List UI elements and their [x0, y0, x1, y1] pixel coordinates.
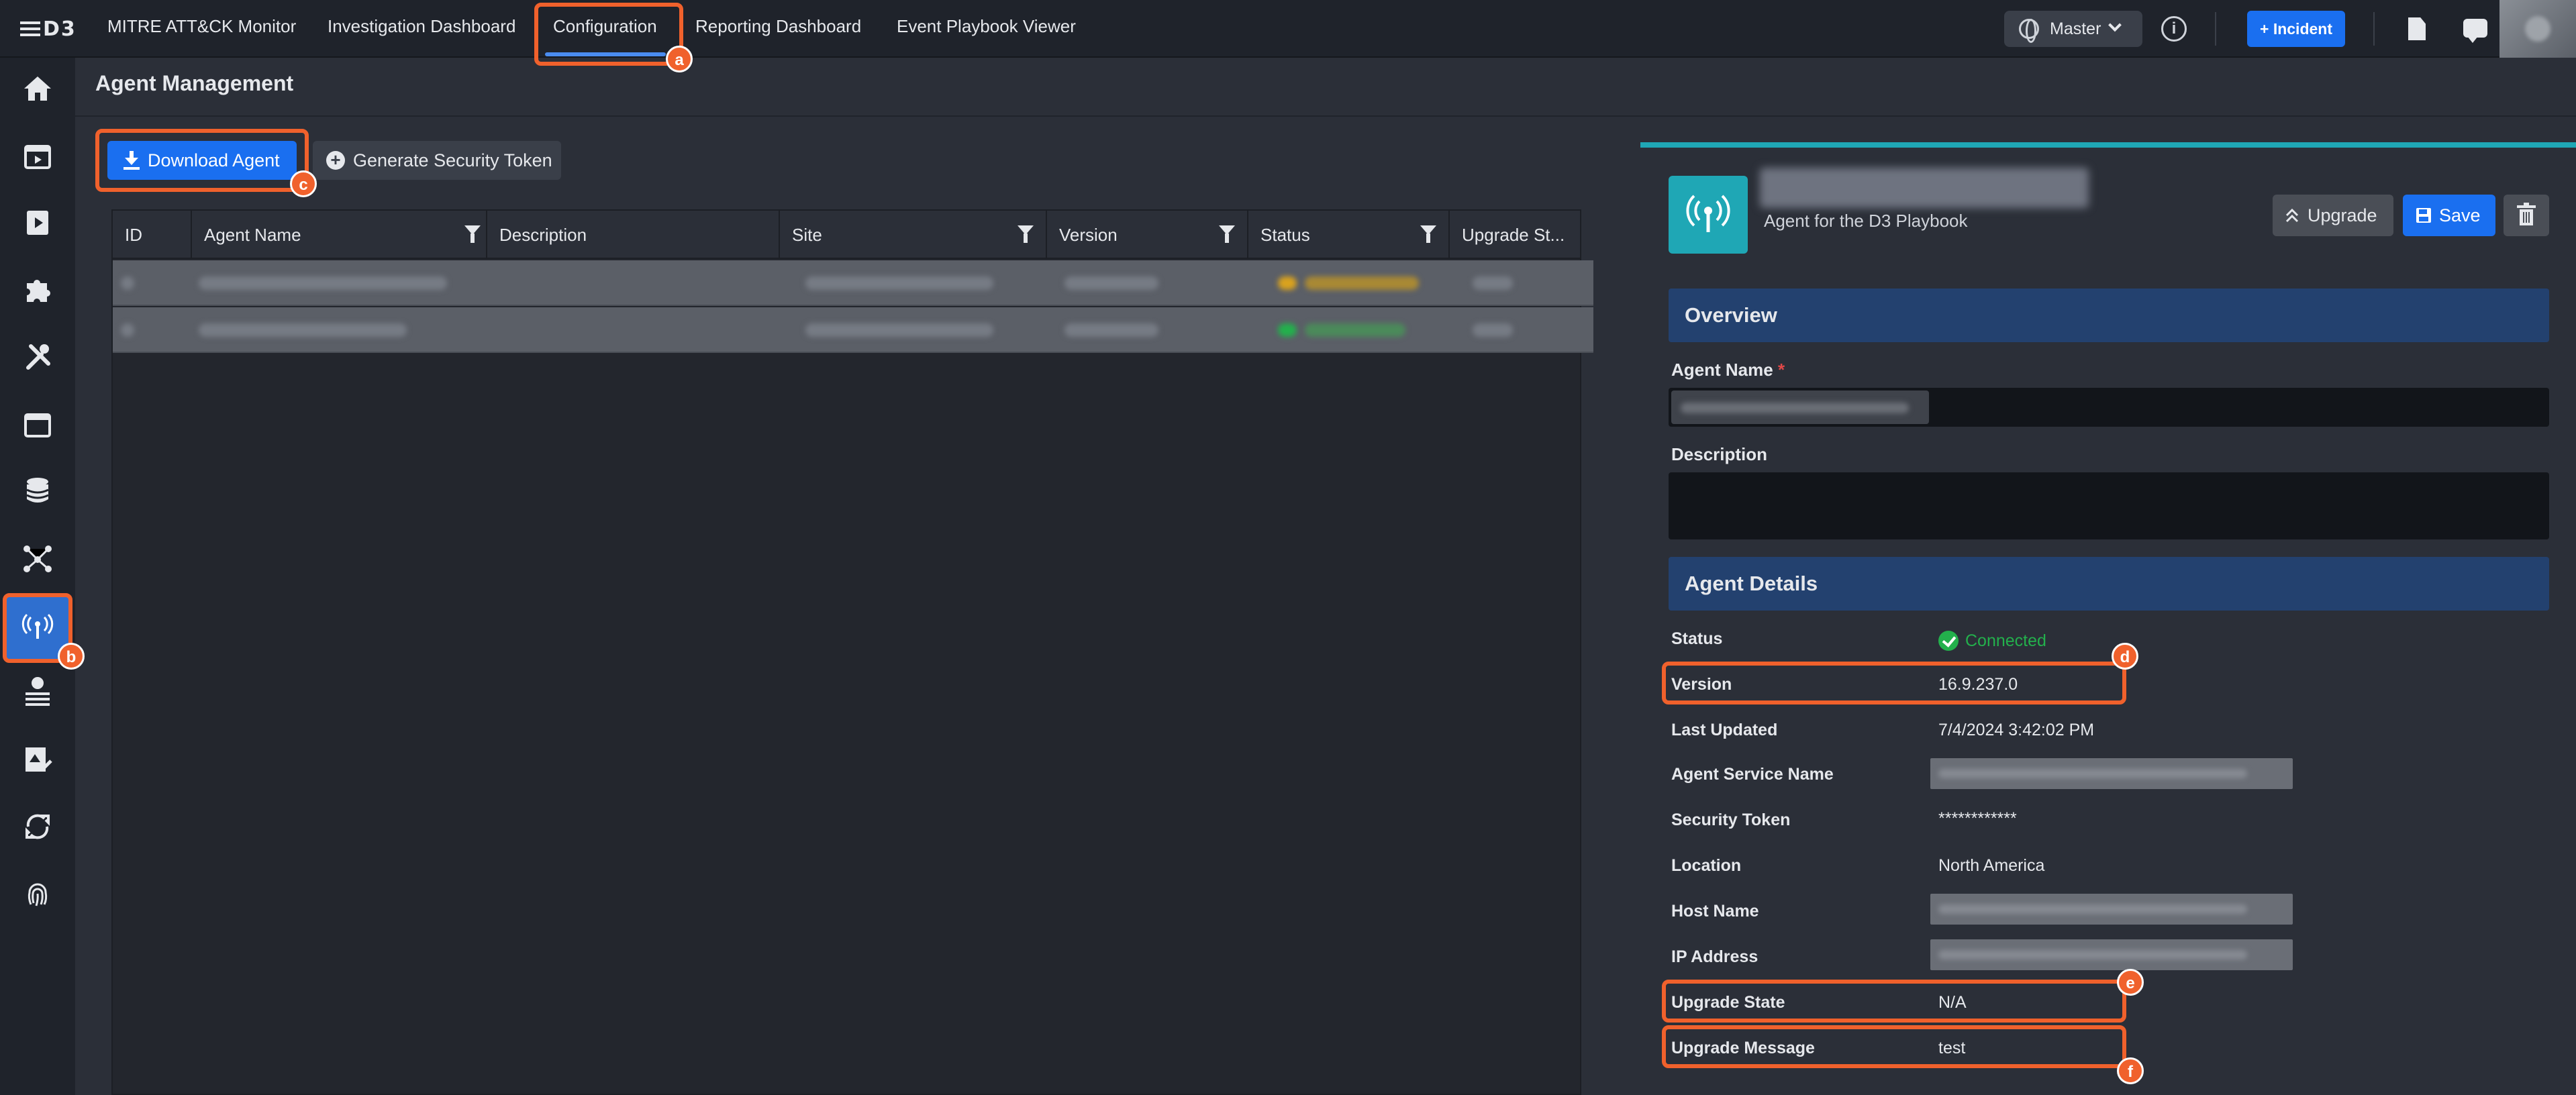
ip-address-value — [1930, 939, 2293, 970]
highlight-configuration-tab — [534, 3, 683, 66]
ip-address-label: IP Address — [1671, 947, 1758, 966]
nav-divider — [2215, 12, 2216, 46]
annotation-badge-a: a — [666, 46, 693, 72]
double-chevron-up-icon — [2285, 208, 2299, 223]
required-mark: * — [1777, 360, 1785, 380]
annotation-badge-f: f — [2117, 1057, 2144, 1084]
nav-divider — [2373, 12, 2375, 46]
security-token-value: ************ — [1938, 809, 2017, 828]
last-updated-value: 7/4/2024 3:42:02 PM — [1938, 721, 2095, 739]
highlight-upgrade-message-row — [1662, 1025, 2126, 1068]
tab-mitre-attack-monitor[interactable]: MITRE ATT&CK Monitor — [107, 16, 296, 37]
column-header-upgrade-state[interactable]: Upgrade St... — [1450, 211, 1583, 259]
last-updated-label: Last Updated — [1671, 721, 1778, 739]
chat-icon[interactable] — [2463, 19, 2487, 43]
filter-icon[interactable] — [1018, 225, 1034, 243]
agent-details-section-header[interactable]: Agent Details — [1669, 557, 2549, 611]
save-label: Save — [2439, 205, 2481, 225]
globe-icon — [2019, 19, 2039, 43]
tab-investigation-dashboard[interactable]: Investigation Dashboard — [328, 16, 515, 37]
sync-icon[interactable] — [21, 811, 54, 843]
highlight-upgrade-state-row — [1662, 980, 2126, 1023]
status-label: Status — [1671, 629, 1723, 648]
filter-icon[interactable] — [1420, 225, 1436, 243]
tab-reporting-dashboard[interactable]: Reporting Dashboard — [695, 16, 861, 37]
calendar-icon[interactable] — [21, 408, 54, 440]
fingerprint-icon[interactable] — [21, 878, 54, 910]
status-value: Connected — [1938, 631, 2046, 651]
filter-icon[interactable] — [1219, 225, 1235, 243]
network-graph-icon[interactable] — [21, 542, 54, 574]
column-header-site[interactable]: Site — [780, 211, 1047, 259]
report-edit-icon[interactable] — [21, 743, 54, 776]
integration-puzzle-icon[interactable] — [21, 274, 54, 306]
page-title: Agent Management — [95, 71, 294, 95]
host-name-label: Host Name — [1671, 902, 1759, 921]
agent-name-label: Agent Name * — [1671, 360, 1785, 380]
check-circle-icon — [1938, 631, 1959, 651]
agent-title — [1760, 168, 2089, 208]
table-header: ID Agent Name Description Site Version S… — [113, 211, 1580, 259]
event-calendar-icon[interactable] — [21, 140, 54, 172]
annotation-badge-c: c — [290, 170, 317, 197]
column-header-version[interactable]: Version — [1047, 211, 1248, 259]
upgrade-button[interactable]: Upgrade — [2273, 195, 2393, 236]
description-label: Description — [1671, 444, 1768, 464]
d3-logo[interactable]: D3 — [20, 15, 77, 43]
description-textarea[interactable] — [1669, 472, 2549, 539]
highlight-version-row — [1662, 662, 2126, 705]
location-value: North America — [1938, 856, 2045, 875]
info-icon[interactable]: i — [2161, 16, 2187, 42]
plus-circle-icon: + — [326, 151, 345, 170]
location-label: Location — [1671, 856, 1742, 875]
save-button[interactable]: Save — [2403, 195, 2495, 236]
page-header — [75, 58, 2576, 117]
table-row[interactable] — [113, 307, 1593, 353]
agent-table: ID Agent Name Description Site Version S… — [111, 209, 1593, 1095]
upgrade-label: Upgrade — [2308, 205, 2377, 225]
trash-icon — [2517, 203, 2536, 225]
overview-section-header[interactable]: Overview — [1669, 289, 2549, 342]
agent-service-name-value — [1930, 758, 2293, 789]
column-header-id[interactable]: ID — [113, 211, 192, 259]
save-icon — [2416, 208, 2431, 223]
chevron-down-icon — [2108, 18, 2122, 32]
agent-antenna-icon — [1669, 176, 1748, 254]
annotation-badge-b: b — [58, 643, 85, 670]
annotation-badge-e: e — [2117, 969, 2144, 996]
generate-security-token-label: Generate Security Token — [353, 150, 552, 170]
tools-wrench-icon[interactable] — [21, 341, 54, 373]
database-icon[interactable] — [21, 475, 54, 507]
agent-service-name-label: Agent Service Name — [1671, 765, 1834, 784]
highlight-download-agent-button — [95, 129, 309, 192]
annotation-badge-d: d — [2112, 643, 2138, 670]
top-nav: D3 MITRE ATT&CK Monitor Investigation Da… — [0, 0, 2576, 58]
playbook-icon[interactable] — [21, 207, 54, 239]
column-header-status[interactable]: Status — [1248, 211, 1450, 259]
delete-button[interactable] — [2504, 195, 2549, 236]
threat-intel-globe-icon[interactable] — [21, 675, 54, 707]
agent-name-value — [1671, 390, 1929, 424]
agent-subtitle: Agent for the D3 Playbook — [1764, 211, 1968, 231]
site-selector-value: Master — [2050, 19, 2101, 38]
column-header-description[interactable]: Description — [487, 211, 780, 259]
table-row[interactable] — [113, 260, 1593, 306]
filter-icon[interactable] — [464, 225, 481, 243]
generate-security-token-button[interactable]: + Generate Security Token — [313, 141, 561, 180]
avatar[interactable] — [2499, 0, 2576, 58]
home-icon[interactable] — [21, 72, 54, 105]
site-selector[interactable]: Master — [2004, 11, 2142, 47]
security-token-label: Security Token — [1671, 811, 1791, 829]
column-header-agent-name[interactable]: Agent Name — [192, 211, 487, 259]
document-icon[interactable] — [2408, 17, 2426, 40]
host-name-value — [1930, 894, 2293, 925]
tab-event-playbook-viewer[interactable]: Event Playbook Viewer — [897, 16, 1076, 37]
new-incident-button[interactable]: + Incident — [2247, 11, 2345, 47]
